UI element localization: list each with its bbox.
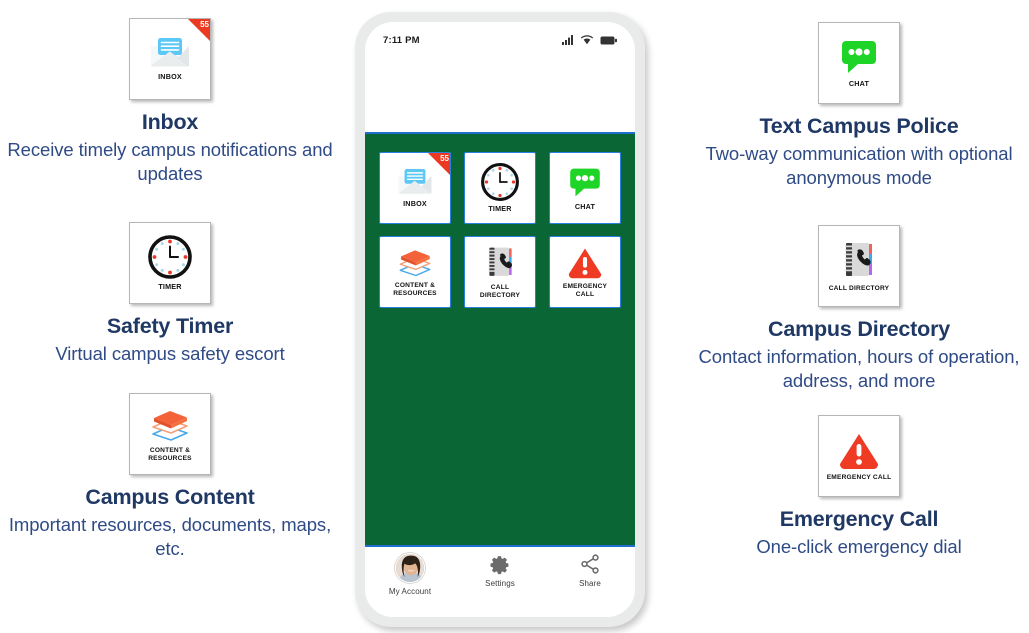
call-directory-icon [845,242,872,276]
timer-tile-label: TIMER [158,282,182,292]
emergency-tile-label: EMERGENCY CALL [826,473,892,481]
avatar-icon [395,553,425,583]
emergency-call-icon [839,433,879,469]
app-tile-emergency-call[interactable]: EMERGENCY CALL [549,236,621,308]
slide-root: INBOX 55 Inbox Receive timely campus not… [0,0,1029,633]
feature-emergency-call: EMERGENCY CALL Emergency Call One-click … [689,415,1029,559]
feature-desc: Receive timely campus notifications and … [7,138,333,185]
feature-desc: Important resources, documents, maps, et… [8,513,332,560]
app-tile-inbox[interactable]: INBOX 55 [379,152,451,224]
feature-title: Safety Timer [106,314,234,338]
call-directory-tile[interactable]: CALL DIRECTORY [818,225,900,307]
app-tile-label-line2: DIRECTORY [479,291,521,299]
share-icon [581,554,599,574]
feature-text-campus-police: CHAT Text Campus Police Two-way communic… [689,22,1029,191]
app-grid-row-1: INBOX 55 TIMER CHAT [379,152,621,224]
bottom-navigation: My Account Settings Share [365,547,635,617]
phone-mockup: 7:11 PM INBOX 55 TIMER CHAT CONTENT & RE… [355,12,645,627]
nav-label: Settings [485,579,515,588]
feature-title: Emergency Call [779,507,939,531]
features-right-column: CHAT Text Campus Police Two-way communic… [689,0,1029,633]
inbox-badge: 55 [426,153,450,177]
timer-icon [148,235,192,280]
feature-title: Inbox [141,110,199,134]
nav-item-share[interactable]: Share [545,553,635,588]
feature-safety-timer: TIMER Safety Timer Virtual campus safety… [0,222,340,366]
app-tile-label-line1: CALL [490,283,510,291]
app-tile-label-line2: CALL [575,290,595,298]
status-bar: 7:11 PM [365,22,635,52]
nav-item-settings[interactable]: Settings [455,553,545,588]
badge-count: 55 [440,154,449,163]
chat-tile[interactable]: CHAT [818,22,900,104]
chat-tile-label: CHAT [848,79,870,89]
nav-label: Share [579,579,601,588]
feature-inbox: INBOX 55 Inbox Receive timely campus not… [0,18,340,187]
emergency-call-tile[interactable]: EMERGENCY CALL [818,415,900,497]
content-resources-icon [152,410,188,441]
app-tile-label: INBOX [403,199,427,209]
directory-tile-label: CALL DIRECTORY [828,284,890,292]
feature-title: Text Campus Police [759,114,959,138]
chat-icon [570,168,600,197]
content-tile-label: CONTENT & RESOURCES [148,446,192,462]
feature-title: Campus Directory [768,317,950,341]
battery-icon [600,36,617,44]
wifi-icon [581,35,593,45]
inbox-badge: 55 [186,19,210,43]
call-directory-icon [488,247,512,276]
app-tile-label-line2: RESOURCES [393,290,437,297]
app-tile-label-line1: CONTENT & [394,282,436,290]
app-tile-label: CHAT [574,201,596,211]
inbox-tile[interactable]: INBOX 55 [129,18,211,100]
gear-icon [490,556,509,575]
features-left-column: INBOX 55 Inbox Receive timely campus not… [0,0,340,633]
app-home-grid: INBOX 55 TIMER CHAT CONTENT & RESOURCES … [365,132,635,547]
content-resources-tile[interactable]: CONTENT & RESOURCES [129,393,211,475]
nav-label: My Account [388,587,432,596]
timer-icon [481,163,519,202]
feature-title: Campus Content [85,485,255,509]
timer-tile[interactable]: TIMER [129,222,211,304]
chat-icon [842,41,876,74]
feature-campus-directory: CALL DIRECTORY Campus Directory Contact … [689,225,1029,394]
status-icons [562,35,617,45]
app-tile-timer[interactable]: TIMER [464,152,536,224]
content-resources-icon [399,250,431,277]
app-tile-content-resources[interactable]: CONTENT & RESOURCES [379,236,451,308]
inbox-tile-label: INBOX [158,72,182,82]
app-tile-label-line1: EMERGENCY [562,282,608,290]
feature-desc: Two-way communication with optional anon… [705,142,1013,189]
feature-desc: Virtual campus safety escort [55,342,285,364]
feature-campus-content: CONTENT & RESOURCES Campus Content Impor… [0,393,340,562]
nav-item-my-account[interactable]: My Account [365,553,455,596]
feature-desc: One-click emergency dial [756,535,962,557]
app-grid-row-2: CONTENT & RESOURCES CALL DIRECTORY EMERG… [379,236,621,308]
app-header-blank [365,52,635,132]
status-time: 7:11 PM [383,34,420,46]
app-tile-label: TIMER [488,204,512,214]
badge-count: 55 [200,20,209,29]
phone-screen: 7:11 PM INBOX 55 TIMER CHAT CONTENT & RE… [365,22,635,617]
feature-desc: Contact information, hours of operation,… [698,345,1020,392]
app-tile-call-directory[interactable]: CALL DIRECTORY [464,236,536,308]
emergency-call-icon [568,248,602,279]
signal-icon [562,35,573,45]
app-tile-chat[interactable]: CHAT [549,152,621,224]
